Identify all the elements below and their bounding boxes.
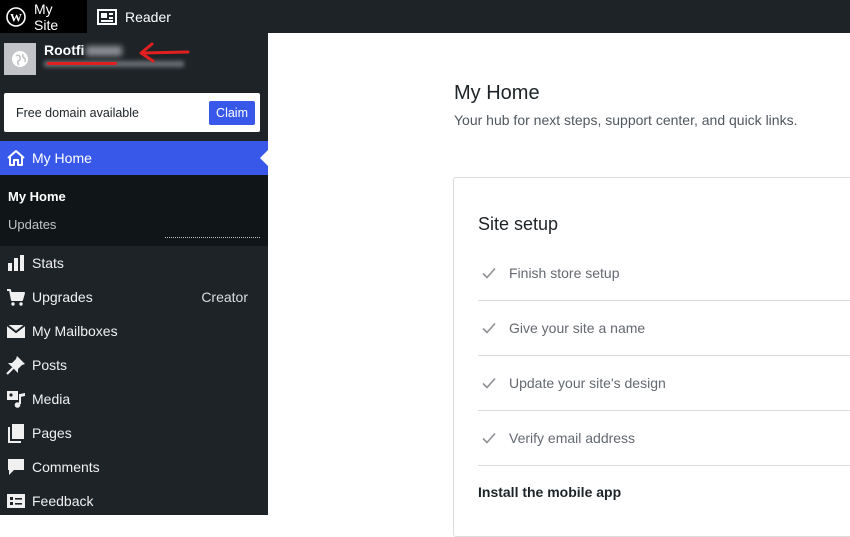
site-name: Rootfi [44, 42, 123, 58]
nav-item-label: My Home [32, 150, 92, 166]
site-globe-icon [4, 43, 36, 75]
pages-icon [6, 423, 26, 443]
mail-icon [6, 321, 26, 341]
nav-item-label: Posts [32, 357, 68, 373]
media-icon [6, 389, 26, 409]
nav-item-label: Comments [32, 459, 100, 475]
comment-icon [6, 457, 26, 477]
task-item[interactable]: Finish store setup [478, 246, 850, 301]
nav-item-label: Upgrades [32, 289, 93, 305]
task-item[interactable]: Give your site a name [478, 301, 850, 356]
reader-button[interactable]: Reader [87, 0, 179, 33]
nav-list: Stats Upgrades Creator My Mailboxes Post… [0, 246, 268, 518]
task-label: Finish store setup [509, 265, 620, 281]
feedback-icon [6, 491, 26, 511]
top-bar: W My Site Reader [0, 0, 850, 33]
claim-button[interactable]: Claim [209, 100, 255, 125]
checkmark-icon [482, 432, 496, 444]
active-indicator-caret [260, 150, 268, 166]
page-subtitle: Your hub for next steps, support center,… [454, 112, 798, 128]
nav-item-label: Pages [32, 425, 72, 441]
nav-item-posts[interactable]: Posts [0, 348, 268, 382]
plan-badge: Creator [201, 289, 248, 305]
install-mobile-app-heading[interactable]: Install the mobile app [478, 484, 621, 500]
task-label: Update your site's design [509, 375, 666, 391]
page-title: My Home [454, 82, 540, 104]
free-domain-banner: Free domain available Claim [4, 93, 260, 132]
pin-icon [6, 355, 26, 375]
site-switcher[interactable]: Rootfi [0, 33, 268, 83]
nav-item-label: Stats [32, 255, 64, 271]
sidebar: Rootfi Free domain available Claim My Ho… [0, 33, 268, 515]
reader-icon [97, 7, 117, 27]
nav-item-comments[interactable]: Comments [0, 450, 268, 484]
task-label: Give your site a name [509, 320, 646, 336]
cart-icon [6, 287, 26, 307]
my-site-label: My Site [34, 0, 59, 33]
my-site-button[interactable]: W My Site [0, 0, 87, 33]
nav-item-upgrades[interactable]: Upgrades Creator [0, 280, 268, 314]
home-icon [6, 148, 26, 168]
submenu-item-my-home[interactable]: My Home [8, 189, 66, 204]
nav-item-my-home[interactable]: My Home [0, 141, 268, 175]
reader-label: Reader [125, 8, 171, 25]
my-home-submenu: My Home Updates [0, 175, 268, 246]
nav-item-media[interactable]: Media [0, 382, 268, 416]
dotted-divider [165, 237, 260, 238]
checkmark-icon [482, 322, 496, 334]
checkmark-icon [482, 377, 496, 389]
checkmark-icon [482, 267, 496, 279]
nav-item-label: Media [32, 391, 71, 407]
nav-item-label: My Mailboxes [32, 323, 118, 339]
annotation-underline [47, 62, 117, 65]
stats-icon [6, 253, 26, 273]
nav-item-stats[interactable]: Stats [0, 246, 268, 280]
task-item[interactable]: Verify email address [478, 411, 850, 466]
nav-item-feedback[interactable]: Feedback [0, 484, 268, 518]
task-label: Verify email address [509, 430, 636, 446]
nav-item-my-mailboxes[interactable]: My Mailboxes [0, 314, 268, 348]
submenu-item-updates[interactable]: Updates [8, 217, 56, 232]
free-domain-text: Free domain available [16, 105, 139, 120]
nav-item-pages[interactable]: Pages [0, 416, 268, 450]
nav-item-label: Feedback [32, 493, 94, 509]
site-setup-title: Site setup [478, 214, 559, 234]
task-item[interactable]: Update your site's design [478, 356, 850, 411]
annotation-arrow-icon [139, 42, 190, 63]
svg-text:W: W [10, 10, 22, 24]
wordpress-logo-icon: W [6, 6, 26, 27]
